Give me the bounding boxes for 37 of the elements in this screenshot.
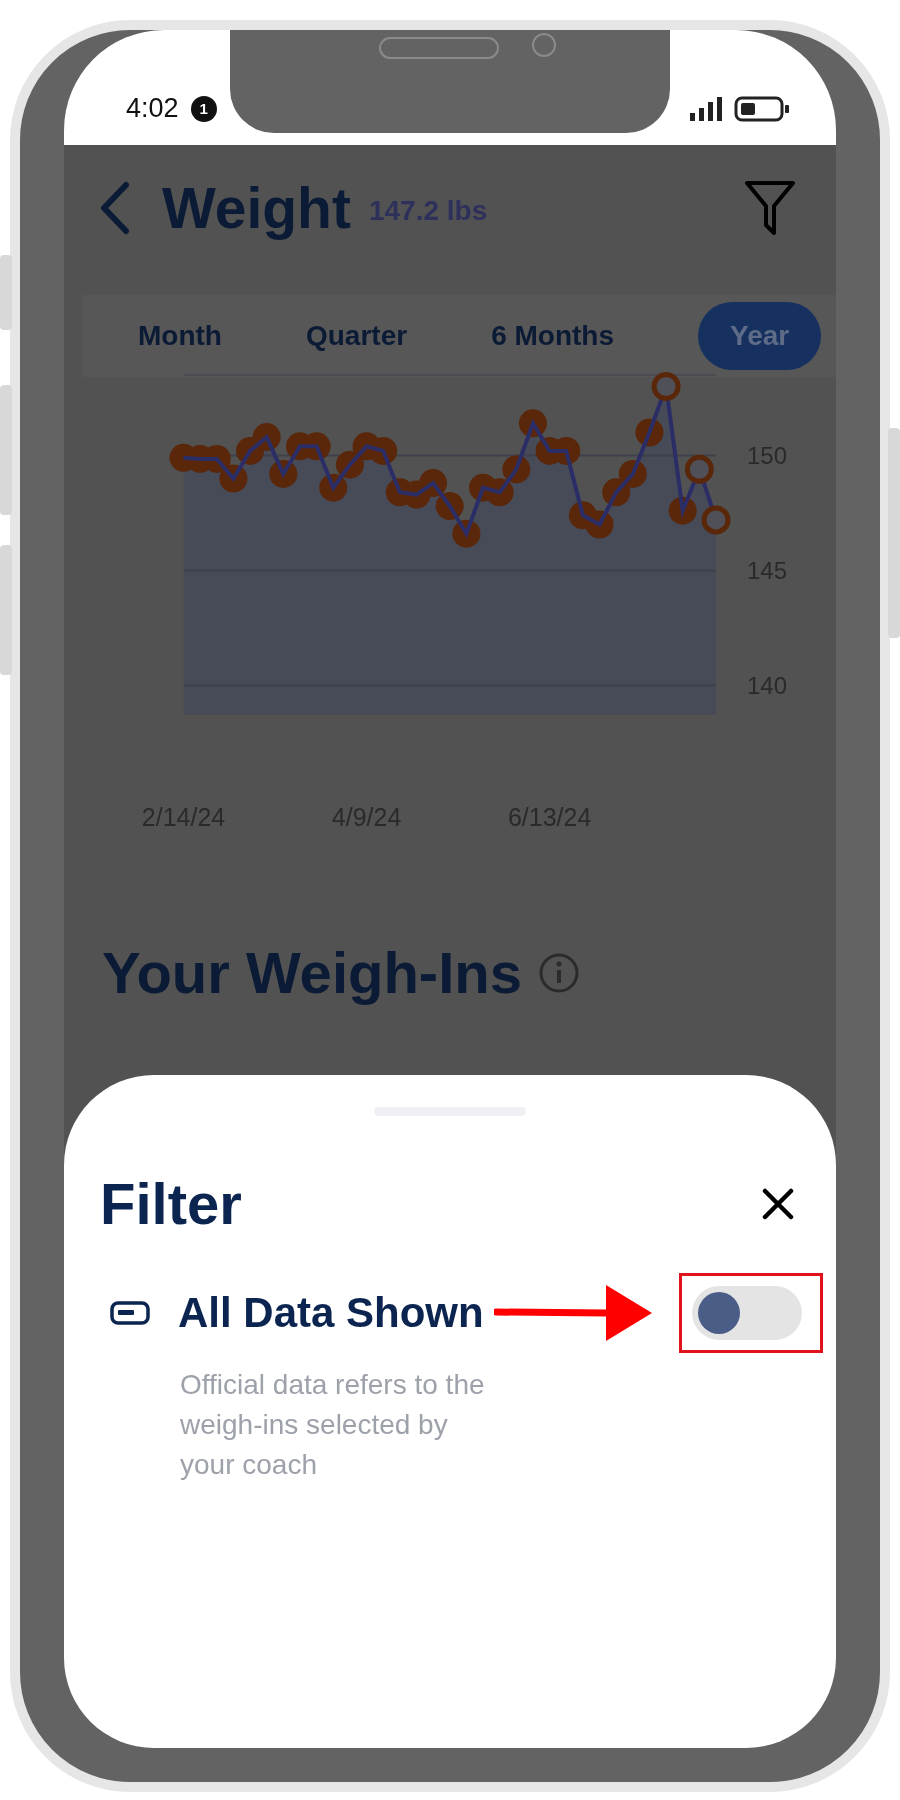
notification-badge: 1 [190, 95, 217, 122]
info-icon[interactable] [537, 951, 580, 994]
data-point [485, 478, 514, 507]
data-point [668, 496, 697, 525]
page-title: Weight [162, 174, 351, 241]
filter-icon[interactable] [744, 179, 796, 236]
data-point [252, 423, 281, 452]
data-point [618, 459, 647, 488]
section-title: Your Weigh-Ins [102, 939, 522, 1006]
data-point [369, 436, 398, 465]
option-label: All Data Shown [178, 1289, 484, 1337]
option-description: Official data refers to the weigh-ins selected by your coach [180, 1368, 486, 1482]
data-point [585, 510, 614, 539]
status-time: 4:02 [126, 93, 179, 124]
data-point [269, 459, 298, 488]
toggle-switch[interactable] [692, 1286, 802, 1340]
data-point [335, 450, 364, 479]
data-point [602, 478, 631, 507]
data-point [635, 418, 664, 447]
period-tab[interactable]: Month [138, 302, 222, 370]
data-point [435, 492, 464, 521]
data-point [502, 455, 531, 484]
data-point [518, 409, 547, 438]
data-point [452, 519, 481, 548]
period-tab[interactable]: 6 Months [491, 302, 614, 370]
battery-icon [734, 95, 790, 122]
signal-icon [690, 96, 722, 121]
data-point [419, 469, 448, 498]
data-point [319, 473, 348, 502]
period-tab[interactable]: Quarter [305, 302, 408, 370]
period-tab[interactable]: Year [698, 302, 822, 370]
data-point [219, 464, 248, 493]
card-icon [110, 1301, 150, 1325]
speaker-icon [379, 37, 499, 59]
back-icon[interactable] [98, 180, 132, 235]
camera-icon [532, 33, 556, 57]
sheet-title: Filter [100, 1170, 242, 1237]
